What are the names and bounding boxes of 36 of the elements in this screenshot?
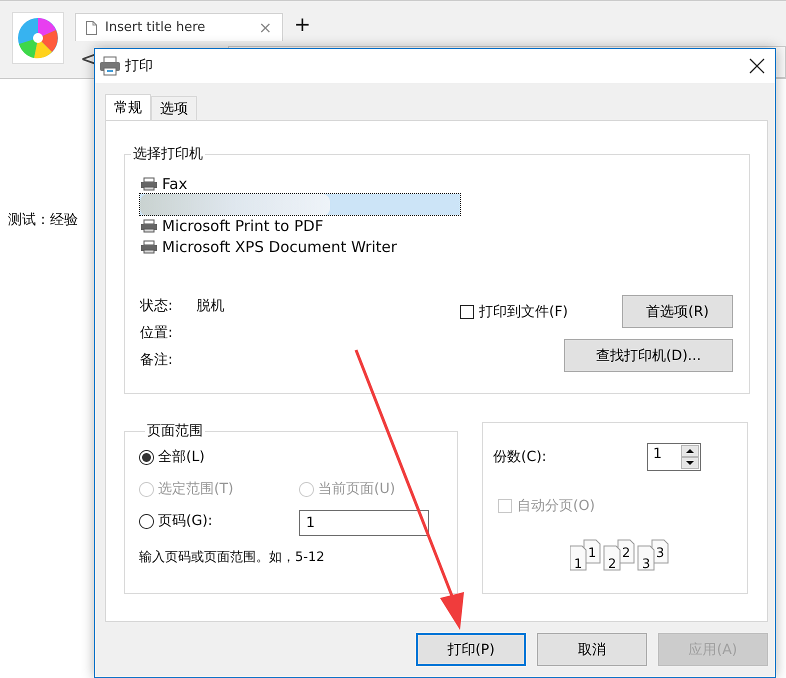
group-legend: 页面范围 xyxy=(145,422,205,440)
pages-field[interactable]: 1 xyxy=(299,510,429,536)
copies-value: 1 xyxy=(652,445,663,464)
group-legend: 选择打印机 xyxy=(131,145,205,163)
printer-item[interactable]: Microsoft Print to PDF xyxy=(140,215,452,236)
printer-name: Microsoft Print to PDF xyxy=(162,216,324,234)
copies-label: 份数(C): xyxy=(493,448,546,466)
info-label: 备注: xyxy=(140,351,173,370)
preferences-button[interactable]: 首选项(R) xyxy=(622,295,733,328)
collate-pages-drawing: 1 1 2 2 3 3 xyxy=(570,539,670,571)
radio-label: 选定范围(T) xyxy=(158,480,234,498)
printer-item[interactable]: Fax xyxy=(140,173,452,194)
tab-close-button[interactable]: × xyxy=(258,18,272,37)
info-value: 脱机 xyxy=(196,297,225,316)
printer-item[interactable]: Microsoft XPS Document Writer xyxy=(140,236,452,257)
page-text: 测试：经验 xyxy=(8,212,78,228)
dialog-tab[interactable]: 选项 xyxy=(151,96,197,120)
dialog-tab[interactable]: 常规 xyxy=(105,94,151,120)
dialog-button[interactable]: 打印(P) xyxy=(416,633,526,666)
new-tab-button[interactable]: + xyxy=(294,12,311,36)
find-printer-button[interactable]: 查找打印机(D)... xyxy=(564,339,733,372)
radio-label: 当前页面(U) xyxy=(318,480,396,498)
hint-text: 输入页码或页面范围。如，5-12 xyxy=(139,549,326,566)
copies-spinner[interactable]: 1 xyxy=(647,443,701,471)
checkbox-label: 自动分页(O) xyxy=(517,497,595,515)
printer-name: Microsoft XPS Document Writer xyxy=(162,238,397,256)
info-label: 位置: xyxy=(140,324,173,343)
browser-tab[interactable]: Insert title here × xyxy=(75,13,283,41)
tab-title: Insert title here xyxy=(105,20,206,35)
dialog-title: 打印 xyxy=(125,57,154,75)
checkbox-label: 打印到文件(F) xyxy=(479,302,568,320)
radio-label: 页码(G): xyxy=(158,512,212,530)
radio-label: 全部(L) xyxy=(158,448,205,466)
dialog-button[interactable]: 取消 xyxy=(537,633,647,666)
printer-name: Fax xyxy=(162,174,188,192)
info-label: 状态: xyxy=(140,297,173,316)
